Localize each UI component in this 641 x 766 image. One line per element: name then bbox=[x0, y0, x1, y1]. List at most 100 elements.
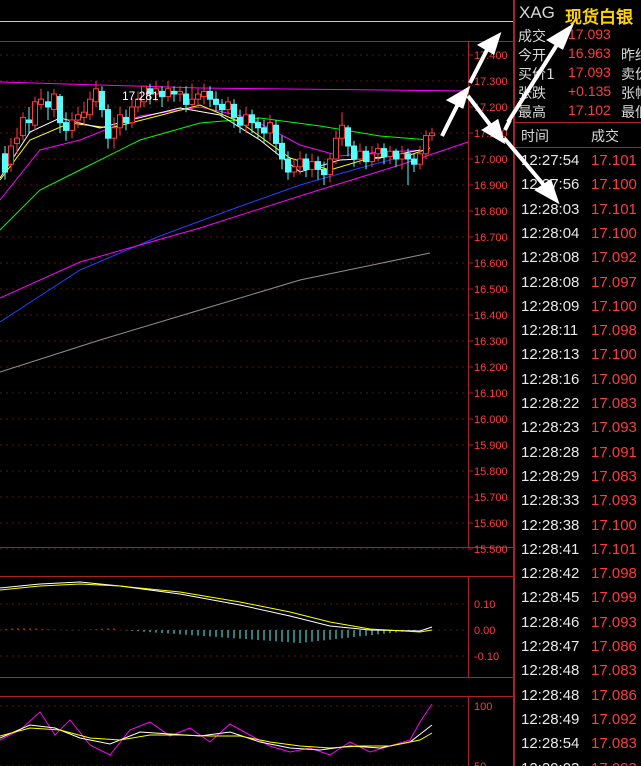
tick-price: 17.093 bbox=[591, 419, 637, 437]
tick-row[interactable]: 12:28:33 17.093 bbox=[515, 490, 641, 512]
tick-row[interactable]: 12:28:38 17.100 bbox=[515, 515, 641, 537]
quote-label: 最高 bbox=[518, 105, 546, 121]
symbol-header: XAG 现货白银 bbox=[515, 0, 641, 28]
tick-row[interactable]: 12:28:13 17.100 bbox=[515, 344, 641, 366]
tick-row[interactable]: 12:28:08 17.092 bbox=[515, 247, 641, 269]
ma120-line bbox=[0, 252, 431, 373]
price-axis-label: 16.100 bbox=[474, 388, 508, 400]
tick-time: 12:28:11 bbox=[521, 322, 579, 340]
macd-dif-line bbox=[0, 581, 433, 632]
tick-row[interactable]: 12:28:29 17.083 bbox=[515, 466, 641, 488]
quote-right-label: 最低 bbox=[621, 105, 641, 121]
tick-row[interactable]: 12:28:03 17.101 bbox=[515, 199, 641, 221]
price-axis-label: 15.800 bbox=[474, 466, 508, 478]
macd-pane[interactable]: 0.10 0.00 -0.10 bbox=[0, 576, 514, 678]
quote-row: 最高 17.102 最低 bbox=[515, 101, 641, 121]
price-axis-label: 16.000 bbox=[474, 414, 508, 426]
tick-row[interactable]: 12:28:48 17.086 bbox=[515, 685, 641, 707]
tick-row[interactable]: 12:28:45 17.099 bbox=[515, 587, 641, 609]
candle-up bbox=[243, 114, 249, 126]
price-axis-label: 16.500 bbox=[474, 284, 508, 296]
candle-down bbox=[255, 122, 261, 129]
candle-down bbox=[345, 127, 351, 147]
tick-row[interactable]: 12:28:42 17.098 bbox=[515, 563, 641, 585]
kdj-pane[interactable]: 100 50 bbox=[0, 696, 514, 766]
arrow-up-head-icon bbox=[445, 85, 471, 109]
candle-down bbox=[99, 90, 105, 111]
kdj-d-line bbox=[0, 727, 433, 749]
candle-down bbox=[381, 148, 387, 157]
kline-chart[interactable]: 17.40017.30017.20017.10017.00016.90016.8… bbox=[0, 0, 514, 766]
quote-row: 成交 17.093 bbox=[515, 25, 641, 45]
tick-time: 12:28:16 bbox=[521, 370, 580, 388]
tick-row[interactable]: 12:28:23 17.093 bbox=[515, 417, 641, 439]
quote-value: +0.135 bbox=[568, 83, 612, 99]
candle-down bbox=[183, 93, 189, 105]
tick-row[interactable]: 12:28:54 17.083 bbox=[515, 733, 641, 755]
tick-row[interactable]: 12:28:46 17.093 bbox=[515, 612, 641, 634]
candle-up bbox=[195, 93, 201, 100]
tick-row[interactable]: 12:28:09 17.100 bbox=[515, 296, 641, 318]
candle-up bbox=[327, 158, 333, 176]
candle-down bbox=[321, 168, 327, 176]
quote-label: 成交 bbox=[518, 29, 546, 45]
candle-up bbox=[297, 158, 303, 168]
tick-row[interactable]: 12:27:54 17.101 bbox=[515, 150, 641, 172]
candle-down bbox=[219, 103, 225, 111]
tick-time: 12:28:45 bbox=[521, 589, 580, 607]
candle-down bbox=[249, 114, 255, 124]
tick-row[interactable]: 12:28:08 17.097 bbox=[515, 272, 641, 294]
tick-time: 12:28:29 bbox=[521, 467, 580, 485]
tick-row[interactable]: 12:27:56 17.100 bbox=[515, 174, 641, 196]
candle-down bbox=[231, 103, 237, 118]
tick-price: 17.091 bbox=[591, 443, 637, 461]
tick-row[interactable]: 12:28:16 17.090 bbox=[515, 369, 641, 391]
tick-header-price: 成交 bbox=[591, 129, 619, 145]
candle-up bbox=[69, 119, 75, 131]
tick-price: 17.101 bbox=[591, 200, 637, 218]
candle-up bbox=[51, 93, 57, 111]
quote-row: 张跌 +0.135 张幅 bbox=[515, 82, 641, 102]
tick-price: 17.083 bbox=[591, 467, 637, 485]
candle-down bbox=[351, 145, 357, 160]
tick-row[interactable]: 12:28:11 17.098 bbox=[515, 320, 641, 342]
price-axis-label: 16.400 bbox=[474, 310, 508, 322]
tick-row[interactable]: 12:28:48 17.083 bbox=[515, 660, 641, 682]
price-axis-label: 17.000 bbox=[474, 154, 508, 166]
candle-up bbox=[87, 98, 93, 116]
price-axis-label: 17.300 bbox=[474, 76, 508, 88]
tick-price: 17.092 bbox=[591, 249, 637, 267]
tick-time: 12:28:48 bbox=[521, 686, 580, 704]
candle-up bbox=[8, 145, 14, 165]
price-axis-label: 16.300 bbox=[474, 336, 508, 348]
arrow-up-icon bbox=[503, 119, 512, 131]
tick-row[interactable]: 12:28:47 17.086 bbox=[515, 636, 641, 658]
tick-time: 12:28:04 bbox=[521, 224, 580, 242]
tick-row[interactable]: 12:28:49 17.092 bbox=[515, 709, 641, 731]
tick-row[interactable]: 12:28:04 17.100 bbox=[515, 223, 641, 245]
tick-row[interactable]: 12:28:41 17.101 bbox=[515, 539, 641, 561]
candle-up bbox=[375, 148, 381, 155]
tick-row[interactable]: 12:28:28 17.091 bbox=[515, 442, 641, 464]
candle-down bbox=[57, 96, 63, 124]
candle-up bbox=[81, 111, 87, 118]
tick-row[interactable]: 12:29:03 17.093 bbox=[515, 758, 641, 766]
tick-price: 17.100 bbox=[591, 224, 637, 242]
trendline-upper bbox=[0, 81, 469, 92]
tick-row[interactable]: 12:28:22 17.083 bbox=[515, 393, 641, 415]
tick-price: 17.086 bbox=[591, 686, 637, 704]
candle-up bbox=[267, 122, 273, 134]
price-axis-label: 16.900 bbox=[474, 180, 508, 192]
price-pane[interactable]: 17.40017.30017.20017.10017.00016.90016.8… bbox=[0, 0, 514, 766]
tick-price: 17.086 bbox=[591, 638, 637, 655]
candle-down bbox=[279, 142, 285, 160]
tick-price: 17.097 bbox=[591, 273, 637, 291]
tick-price: 17.093 bbox=[591, 760, 637, 766]
quote-panel: XAG 现货白银 成交 17.093 今开 16.963 昨结买价1 17.093 卖价张跌… bbox=[514, 0, 641, 766]
candle-down bbox=[207, 90, 213, 100]
quote-value: 16.963 bbox=[568, 45, 611, 61]
tick-time: 12:28:42 bbox=[521, 565, 580, 583]
candle-down bbox=[411, 158, 417, 165]
candle-down bbox=[63, 122, 69, 131]
candle-down bbox=[237, 116, 243, 126]
